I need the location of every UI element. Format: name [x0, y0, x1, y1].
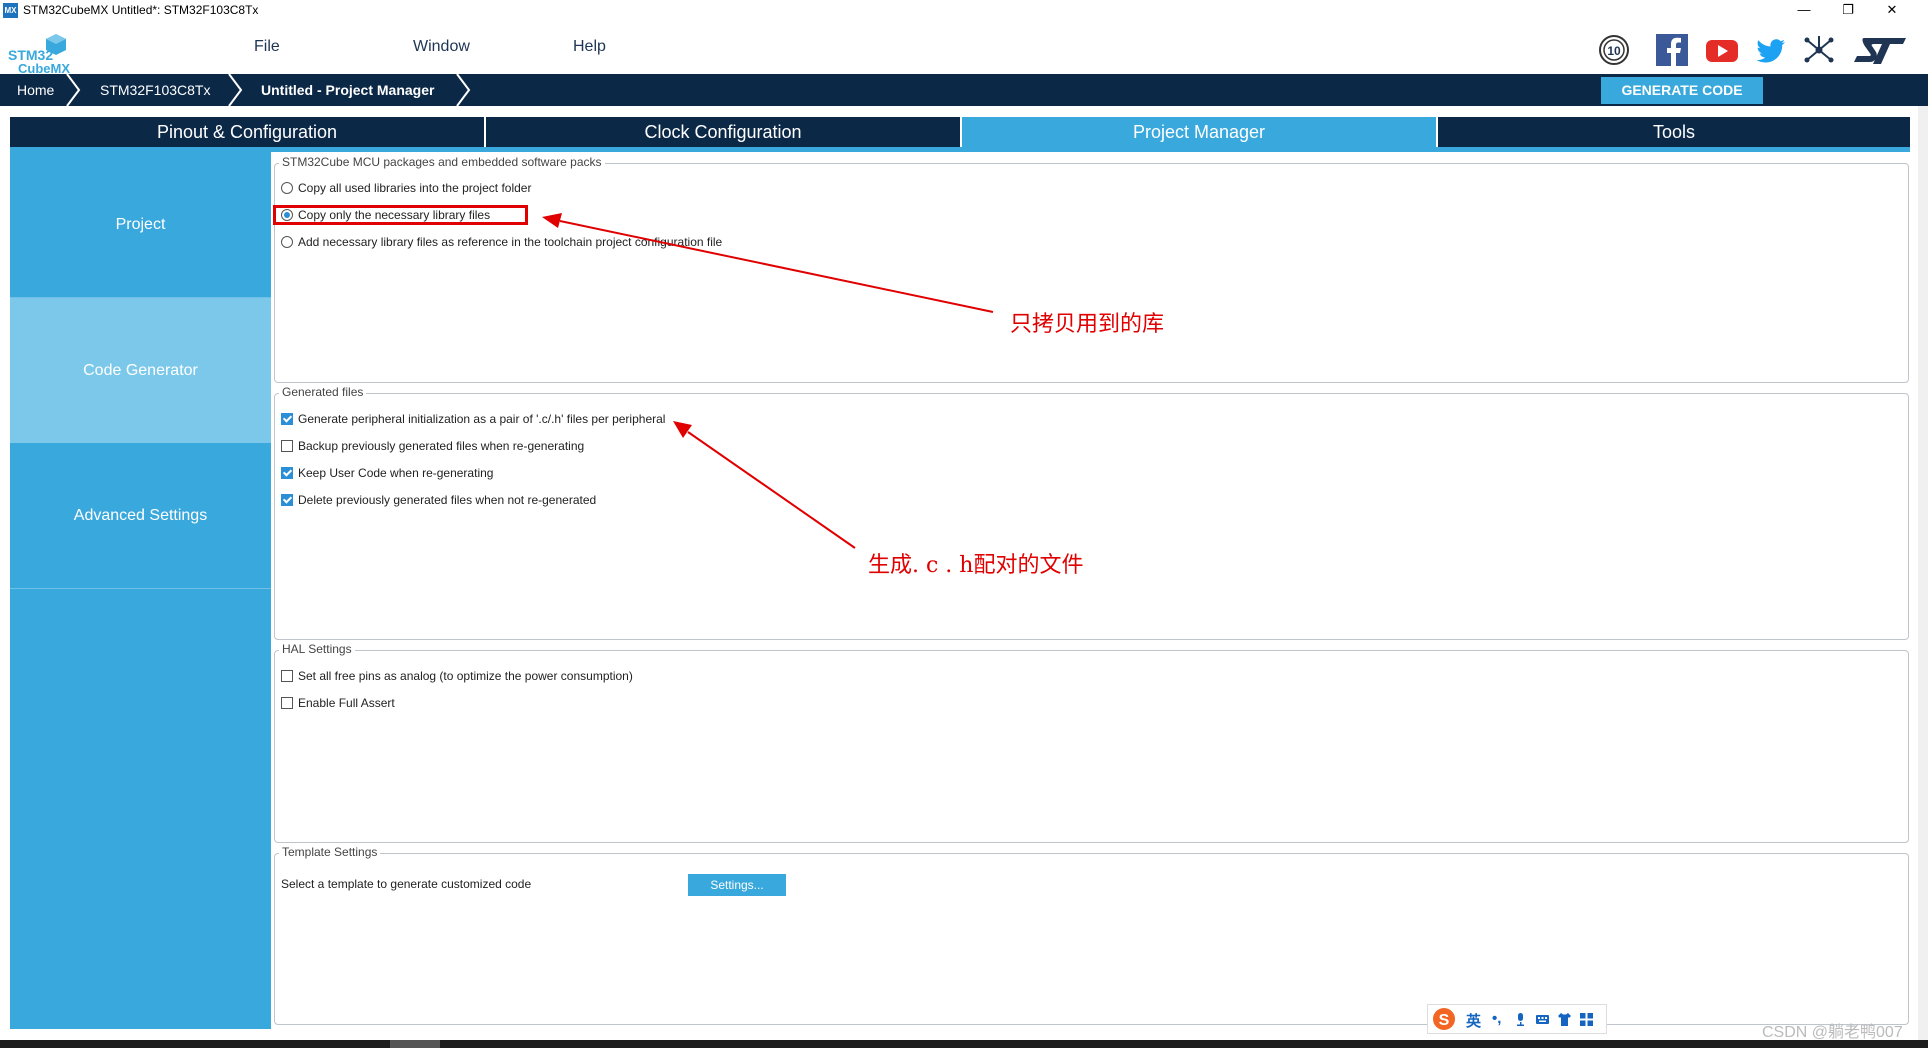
annotation-arrows — [542, 213, 994, 549]
microphone-icon[interactable] — [1514, 1013, 1527, 1026]
sogou-logo-icon: S — [1433, 1008, 1455, 1030]
ime-punctuation[interactable]: •, — [1492, 1010, 1501, 1027]
taskbar-strip — [0, 1040, 1928, 1048]
annotation-note-generate-pair: 生成. c . h配对的文件 — [868, 553, 1084, 578]
window-right-edge — [1918, 106, 1928, 1040]
arrowhead-icon — [673, 421, 692, 438]
sogou-logo-letter: S — [1439, 1012, 1450, 1029]
keyboard-icon[interactable] — [1536, 1013, 1549, 1026]
ime-language[interactable]: 英 — [1466, 1010, 1481, 1031]
skin-shirt-icon[interactable] — [1558, 1013, 1571, 1026]
grid-menu-icon[interactable] — [1580, 1013, 1593, 1026]
csdn-watermark: CSDN @躺老鸭007 — [1762, 1024, 1903, 1041]
arrowhead-icon — [542, 213, 562, 228]
annotation-note-copy-libs: 只拷贝用到的库 — [1010, 312, 1165, 337]
ime-toolbar[interactable]: S 英 •, — [1427, 1004, 1607, 1034]
taskbar-item — [390, 1040, 440, 1048]
